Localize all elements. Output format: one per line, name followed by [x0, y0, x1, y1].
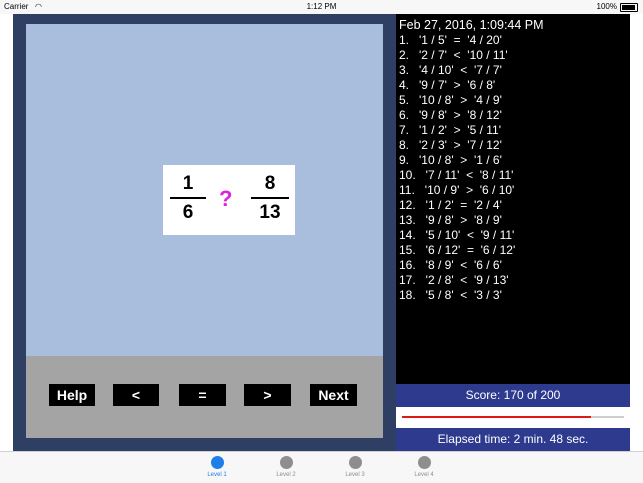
- log-entry: 1. '1 / 5' = '4 / 20': [399, 33, 502, 47]
- left-fraction-bar: [170, 197, 206, 199]
- log-entry: 3. '4 / 10' < '7 / 7': [399, 63, 502, 77]
- right-fraction-bar: [251, 197, 289, 199]
- next-button[interactable]: Next: [310, 384, 357, 406]
- log-entry: 4. '9 / 7' > '6 / 8': [399, 78, 496, 92]
- tab-level-3[interactable]: Level 3: [335, 456, 375, 478]
- log-entry: 7. '1 / 2' > '5 / 11': [399, 123, 501, 137]
- battery-percent: 100%: [596, 2, 617, 11]
- log-entry: 2. '2 / 7' < '10 / 11': [399, 48, 508, 62]
- tab-label: Level 4: [414, 472, 434, 478]
- problem-board: 1 6 ? 8 13: [26, 24, 383, 356]
- log-entry: 18. '5 / 8' < '3 / 3': [399, 288, 502, 302]
- progress-fill: [402, 416, 591, 418]
- score-label: Score: 170 of 200: [396, 384, 630, 407]
- log-entry: 16. '8 / 9' < '6 / 6': [399, 258, 502, 272]
- clock: 1:12 PM: [306, 2, 337, 11]
- right-denominator: 13: [259, 202, 281, 223]
- log-entry: 8. '2 / 3' > '7 / 12': [399, 138, 502, 152]
- tab-dot-icon: [417, 456, 431, 469]
- greater-than-button[interactable]: >: [244, 384, 291, 406]
- log-entry: 14. '5 / 10' < '9 / 11': [399, 228, 515, 242]
- tab-level-1[interactable]: Level 1: [197, 456, 237, 478]
- tab-bar: Level 1 Level 2 Level 3 Level 4: [0, 451, 643, 483]
- equal-button[interactable]: =: [179, 384, 226, 406]
- log-entry: 11. '10 / 9' > '6 / 10': [399, 183, 515, 197]
- left-denominator: 6: [182, 202, 194, 223]
- progress-track: [402, 416, 624, 418]
- left-numerator: 1: [182, 173, 194, 194]
- history-log: Feb 27, 2016, 1:09:44 PM 1. '1 / 5' = '4…: [396, 14, 630, 384]
- log-entry: 15. '6 / 12' = '6 / 12': [399, 243, 516, 257]
- tab-label: Level 1: [207, 472, 227, 478]
- tab-dot-icon: [279, 456, 293, 469]
- log-header: Feb 27, 2016, 1:09:44 PM: [399, 18, 544, 32]
- tab-level-2[interactable]: Level 2: [266, 456, 306, 478]
- tab-label: Level 2: [276, 472, 296, 478]
- log-entry: 17. '2 / 8' < '9 / 13': [399, 273, 509, 287]
- score-progress: [396, 407, 630, 428]
- tab-level-4[interactable]: Level 4: [404, 456, 444, 478]
- log-entry: 12. '1 / 2' = '2 / 4': [399, 198, 502, 212]
- battery-icon: [620, 3, 638, 12]
- controls-panel: Help < = > Next: [26, 356, 383, 438]
- less-than-button[interactable]: <: [113, 384, 159, 406]
- log-entry: 5. '10 / 8' > '4 / 9': [399, 93, 502, 107]
- help-button[interactable]: Help: [49, 384, 95, 406]
- status-bar: Carrier ◠ 1:12 PM 100%: [0, 0, 643, 14]
- elapsed-time: Elapsed time: 2 min. 48 sec.: [396, 428, 630, 451]
- right-numerator: 8: [264, 173, 276, 194]
- tab-label: Level 3: [345, 472, 365, 478]
- comparison-symbol: ?: [219, 186, 233, 211]
- fraction-card: 1 6 ? 8 13: [163, 165, 295, 235]
- log-entry: 13. '9 / 8' > '8 / 9': [399, 213, 502, 227]
- log-entry: 6. '9 / 8' > '8 / 12': [399, 108, 502, 122]
- left-fraction: 1 6: [170, 173, 206, 225]
- right-fraction: 8 13: [251, 173, 289, 225]
- log-entry: 9. '10 / 8' > '1 / 6': [399, 153, 502, 167]
- tab-dot-icon: [348, 456, 362, 469]
- tab-dot-icon: [210, 456, 224, 469]
- log-entry: 10. '7 / 11' < '8 / 11': [399, 168, 514, 182]
